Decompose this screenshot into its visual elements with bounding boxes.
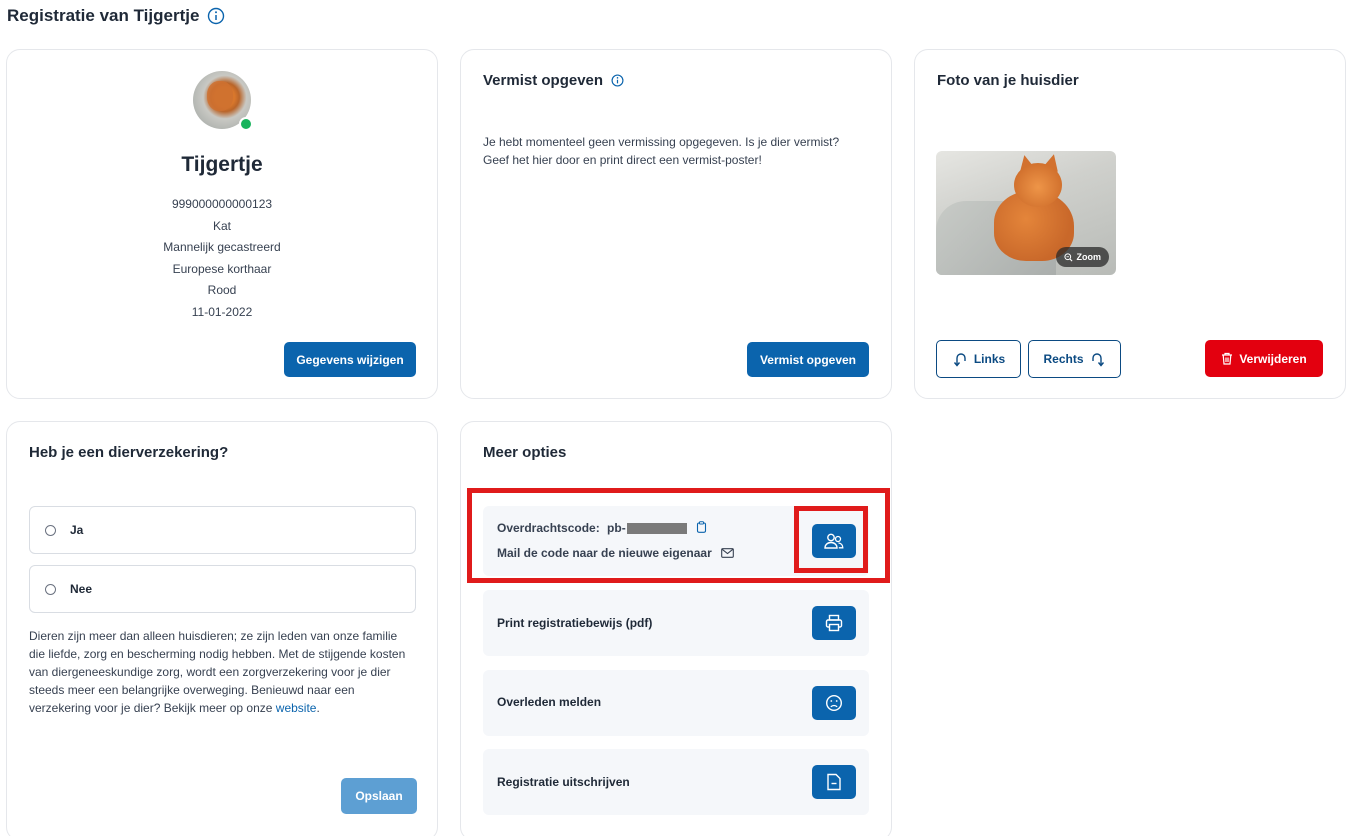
report-missing-button[interactable]: Vermist opgeven — [747, 342, 869, 377]
photo-title: Foto van je huisdier — [937, 72, 1079, 89]
document-minus-icon — [827, 773, 841, 791]
highlight-transfer-button — [794, 506, 868, 573]
profile-card: Tijgertje 999000000000123 Kat Mannelijk … — [6, 49, 438, 399]
pet-photo[interactable]: Zoom — [936, 151, 1116, 275]
online-status-dot — [239, 117, 253, 131]
print-certificate-row: Print registratiebewijs (pdf) — [483, 590, 869, 656]
pet-sex: Mannelijk gecastreerd — [163, 240, 281, 255]
rotate-right-icon — [1091, 353, 1104, 367]
print-certificate-label: Print registratiebewijs (pdf) — [497, 616, 653, 630]
insurance-option-no[interactable]: Nee — [29, 565, 416, 613]
trash-icon — [1222, 352, 1233, 365]
save-button[interactable]: Opslaan — [341, 778, 417, 814]
link-suffix: . — [316, 701, 320, 715]
radio-yes[interactable] — [45, 524, 56, 536]
pet-breed: Europese korthaar — [172, 261, 272, 276]
more-options-title: Meer opties — [483, 444, 567, 461]
unregister-label: Registratie uitschrijven — [497, 775, 630, 789]
report-deceased-label: Overleden melden — [497, 695, 602, 709]
info-icon[interactable] — [611, 74, 624, 87]
delete-label: Verwijderen — [1239, 351, 1307, 366]
insurance-description-text: Dieren zijn meer dan alleen huisdieren; … — [29, 629, 406, 715]
pet-name: Tijgertje — [181, 153, 263, 176]
pet-birthdate: 11-01-2022 — [191, 304, 253, 319]
rotate-left-button[interactable]: Links — [936, 340, 1021, 378]
info-icon[interactable] — [207, 7, 225, 25]
pet-color: Rood — [207, 283, 237, 298]
insurance-option-yes[interactable]: Ja — [29, 506, 416, 554]
report-deceased-row: Overleden melden — [483, 670, 869, 736]
printer-icon — [825, 614, 843, 632]
rotate-left-icon — [953, 353, 966, 367]
zoom-button[interactable]: Zoom — [1055, 247, 1109, 267]
page-title-text: Registratie van Tijgertje — [7, 6, 200, 25]
missing-card: Vermist opgeven Je hebt momenteel geen v… — [460, 49, 892, 399]
zoom-label: Zoom — [1076, 252, 1102, 262]
insurance-description: Dieren zijn meer dan alleen huisdieren; … — [29, 627, 414, 717]
missing-title-text: Vermist opgeven — [483, 72, 604, 89]
pet-chip-number: 999000000000123 — [171, 197, 273, 211]
rotate-left-label: Links — [973, 352, 1006, 366]
insurance-option-no-label: Nee — [70, 582, 93, 596]
rotate-right-label: Rechts — [1043, 352, 1084, 366]
unregister-row: Registratie uitschrijven — [483, 749, 869, 815]
photo-card: Foto van je huisdier Zoom Links Rechts V… — [914, 49, 1346, 399]
insurance-title: Heb je een dierverzekering? — [29, 444, 229, 461]
sad-face-icon — [825, 694, 843, 712]
radio-no[interactable] — [45, 583, 56, 595]
insurance-website-link[interactable]: website — [276, 701, 317, 715]
report-deceased-button[interactable] — [812, 686, 856, 720]
edit-details-button[interactable]: Gegevens wijzigen — [284, 342, 416, 377]
pet-species: Kat — [212, 218, 231, 233]
page-title: Registratie van Tijgertje — [7, 6, 225, 26]
insurance-option-yes-label: Ja — [70, 523, 84, 537]
insurance-card: Heb je een dierverzekering? Ja Nee Diere… — [6, 421, 438, 836]
zoom-icon — [1063, 252, 1072, 261]
missing-title: Vermist opgeven — [483, 72, 624, 89]
print-certificate-button[interactable] — [812, 606, 856, 640]
delete-photo-button[interactable]: Verwijderen — [1205, 340, 1323, 377]
avatar — [193, 71, 253, 131]
rotate-right-button[interactable]: Rechts — [1028, 340, 1121, 378]
more-options-card: Meer opties Overdrachtscode: pb- Mail de… — [460, 421, 892, 836]
unregister-button[interactable] — [812, 765, 856, 799]
pet-details: 999000000000123 Kat Mannelijk gecastreer… — [7, 194, 437, 324]
missing-description: Je hebt momenteel geen vermissing opgege… — [483, 135, 840, 167]
